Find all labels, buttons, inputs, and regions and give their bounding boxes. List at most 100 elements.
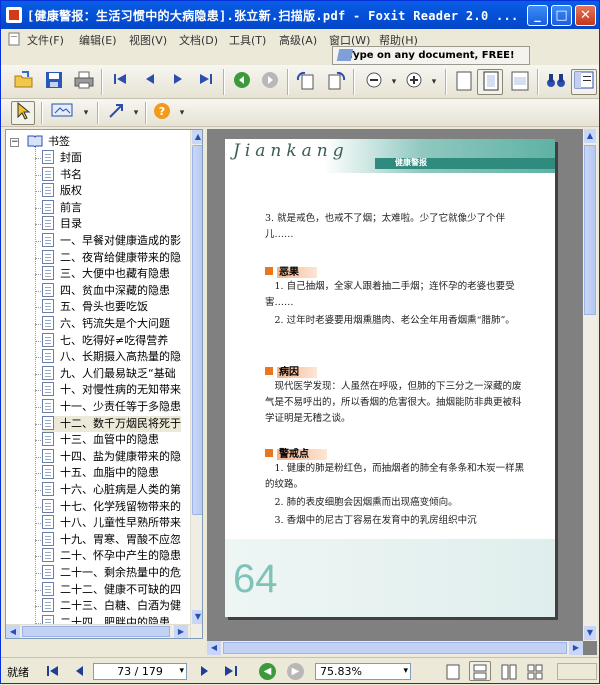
bookmarks-scroll-thumb[interactable]	[192, 145, 202, 515]
menu-document[interactable]: 文档(D)	[179, 32, 218, 48]
bookmark-item[interactable]: 五、骨头也要吃饭	[35, 299, 148, 316]
minimize-button[interactable]: _	[527, 5, 548, 26]
last-page-icon[interactable]	[195, 71, 217, 93]
bookmark-item[interactable]: 前言	[35, 199, 82, 217]
bookmark-item[interactable]: 九、人们最易缺乏“基础	[35, 365, 176, 383]
bookmark-item[interactable]: 目录	[35, 216, 82, 233]
continuous-view-button[interactable]	[469, 661, 491, 681]
scroll-up-icon[interactable]: ▲	[192, 130, 202, 144]
bookmarks-root[interactable]: − 书签	[10, 133, 70, 149]
doc-scroll-up-icon[interactable]: ▲	[584, 129, 596, 143]
zoom-out-icon[interactable]	[363, 71, 385, 93]
close-button[interactable]: ✕	[575, 5, 596, 26]
find-binoculars-icon[interactable]	[545, 71, 567, 93]
bookmark-item[interactable]: 二、夜宵给健康带来的隐	[35, 249, 181, 267]
bookmark-item[interactable]: 十八、儿童性早熟所带来	[35, 515, 181, 532]
bookmark-item[interactable]: 二十、怀孕中产生的隐患	[35, 548, 181, 565]
menu-file[interactable]: 文件(F)	[27, 32, 64, 48]
bookmark-item[interactable]: 版权	[35, 183, 82, 200]
zoom-dropdown-icon[interactable]: ▾	[403, 664, 408, 679]
previous-page-icon[interactable]	[139, 71, 161, 93]
bookmark-item[interactable]: 十二、数千万烟民将死于	[35, 415, 181, 433]
zoom-in-dropdown-icon[interactable]: ▾	[423, 71, 445, 93]
document-vertical-scrollbar[interactable]: ▲ ▼	[583, 129, 597, 641]
bookmarks-vertical-scrollbar[interactable]: ▲ ▼	[190, 130, 202, 638]
bookmark-item[interactable]: 四、贫血中深藏的隐患	[35, 282, 170, 300]
first-page-icon[interactable]	[109, 71, 131, 93]
status-previous-page-icon[interactable]	[71, 664, 87, 680]
bookmark-item[interactable]: 十七、化学残留物带来的	[35, 498, 181, 516]
bookmarks-horizontal-scrollbar[interactable]: ◀ ▶	[6, 624, 190, 638]
menu-tools[interactable]: 工具(T)	[229, 32, 266, 48]
bookmark-item[interactable]: 二十二、健康不可缺的四	[35, 581, 181, 599]
bookmark-item[interactable]: 十三、血管中的隐患	[35, 432, 159, 449]
zoom-field[interactable]: 75.83% ▾	[315, 663, 411, 680]
status-first-page-icon[interactable]	[45, 664, 61, 680]
print-icon[interactable]	[73, 71, 95, 93]
forward-icon[interactable]	[259, 71, 281, 93]
zoom-in-icon[interactable]	[403, 71, 425, 93]
facing-view-icon[interactable]	[501, 664, 517, 680]
tree-connector	[35, 539, 41, 541]
back-icon[interactable]	[231, 71, 253, 93]
menu-advanced[interactable]: 高级(A)	[279, 32, 317, 48]
menu-edit[interactable]: 编辑(E)	[79, 32, 117, 48]
document-hscroll-thumb[interactable]	[223, 642, 567, 654]
bookmark-item[interactable]: 八、长期摄入高热量的隐	[35, 349, 181, 366]
next-page-icon[interactable]	[167, 71, 189, 93]
promo-banner[interactable]: Type on any document, FREE!	[332, 46, 530, 65]
bookmark-item[interactable]: 十、对慢性病的无知带来	[35, 382, 181, 399]
bookmark-item[interactable]: 封面	[35, 150, 82, 167]
scroll-left-icon[interactable]: ◀	[6, 625, 20, 638]
bookmark-panel-toggle[interactable]	[571, 69, 597, 95]
snapshot-dropdown-icon[interactable]: ▾	[75, 102, 97, 124]
bookmarks-hscroll-thumb[interactable]	[22, 626, 170, 637]
collapse-toggle-icon[interactable]: −	[10, 138, 19, 147]
status-next-page-icon[interactable]	[197, 664, 213, 680]
bookmark-item[interactable]: 三、大便中也藏有隐患	[35, 266, 170, 283]
bookmark-item[interactable]: 一、早餐对健康造成的影	[35, 233, 181, 250]
menu-view[interactable]: 视图(V)	[129, 32, 167, 48]
status-back-icon[interactable]: ◀	[259, 663, 276, 680]
rotate-right-icon[interactable]	[325, 71, 347, 93]
bookmark-item[interactable]: 七、吃得好≠吃得营养	[35, 332, 168, 350]
page-dropdown-icon[interactable]: ▾	[179, 664, 184, 679]
doc-scroll-right-icon[interactable]: ▶	[569, 641, 583, 655]
bookmark-item[interactable]: 六、钙流失是个大问题	[35, 316, 170, 333]
document-view[interactable]: Jiankang 健康警报 3. 就是戒色，也戒不了烟；太难啦。少了它就像少了个…	[207, 129, 597, 655]
zoom-out-dropdown-icon[interactable]: ▾	[383, 71, 405, 93]
fit-page-button[interactable]	[477, 69, 503, 95]
status-last-page-icon[interactable]	[223, 664, 239, 680]
bookmark-item[interactable]: 十五、血脂中的隐患	[35, 465, 159, 482]
continuous-facing-view-icon[interactable]	[527, 664, 543, 680]
page-number-field[interactable]: 73 / 179 ▾	[93, 663, 187, 680]
help-icon[interactable]: ?	[151, 102, 173, 124]
bookmark-item[interactable]: 十四、盐为健康带来的隐	[35, 448, 181, 466]
document-scroll-thumb[interactable]	[584, 145, 596, 315]
snapshot-icon[interactable]	[51, 102, 73, 124]
rotate-left-icon[interactable]	[295, 71, 317, 93]
actual-size-icon[interactable]	[453, 71, 475, 93]
scroll-right-icon[interactable]: ▶	[174, 625, 188, 638]
foxit-app-icon[interactable]	[6, 7, 22, 23]
scroll-down-icon[interactable]: ▼	[192, 610, 202, 624]
status-forward-icon[interactable]: ▶	[287, 663, 304, 680]
bookmark-item[interactable]: 十六、心脏病是人类的第	[35, 482, 181, 499]
doc-scroll-down-icon[interactable]: ▼	[584, 626, 596, 640]
maximize-button[interactable]: □	[551, 5, 572, 26]
open-folder-icon[interactable]	[13, 71, 35, 93]
bookmark-item[interactable]: 十九、胃寒、胃酸不应忽	[35, 531, 181, 549]
help-dropdown-icon[interactable]: ▾	[171, 102, 193, 124]
select-tool-button[interactable]	[11, 101, 35, 125]
bookmark-item[interactable]: 二十一、剩余热量中的危	[35, 565, 181, 582]
bookmark-item[interactable]: 十一、少责任等于多隐患	[35, 399, 181, 416]
doc-scroll-left-icon[interactable]: ◀	[207, 641, 221, 655]
single-page-view-icon[interactable]	[445, 664, 461, 680]
arrow-draw-icon[interactable]	[105, 102, 127, 124]
document-horizontal-scrollbar[interactable]: ◀ ▶	[207, 641, 583, 655]
bookmark-item[interactable]: 书名	[35, 166, 82, 184]
arrow-draw-dropdown-icon[interactable]: ▾	[125, 102, 147, 124]
bookmark-item[interactable]: 二十三、白糖、白酒为健	[35, 598, 181, 615]
fit-width-icon[interactable]	[509, 71, 531, 93]
save-icon[interactable]	[43, 71, 65, 93]
